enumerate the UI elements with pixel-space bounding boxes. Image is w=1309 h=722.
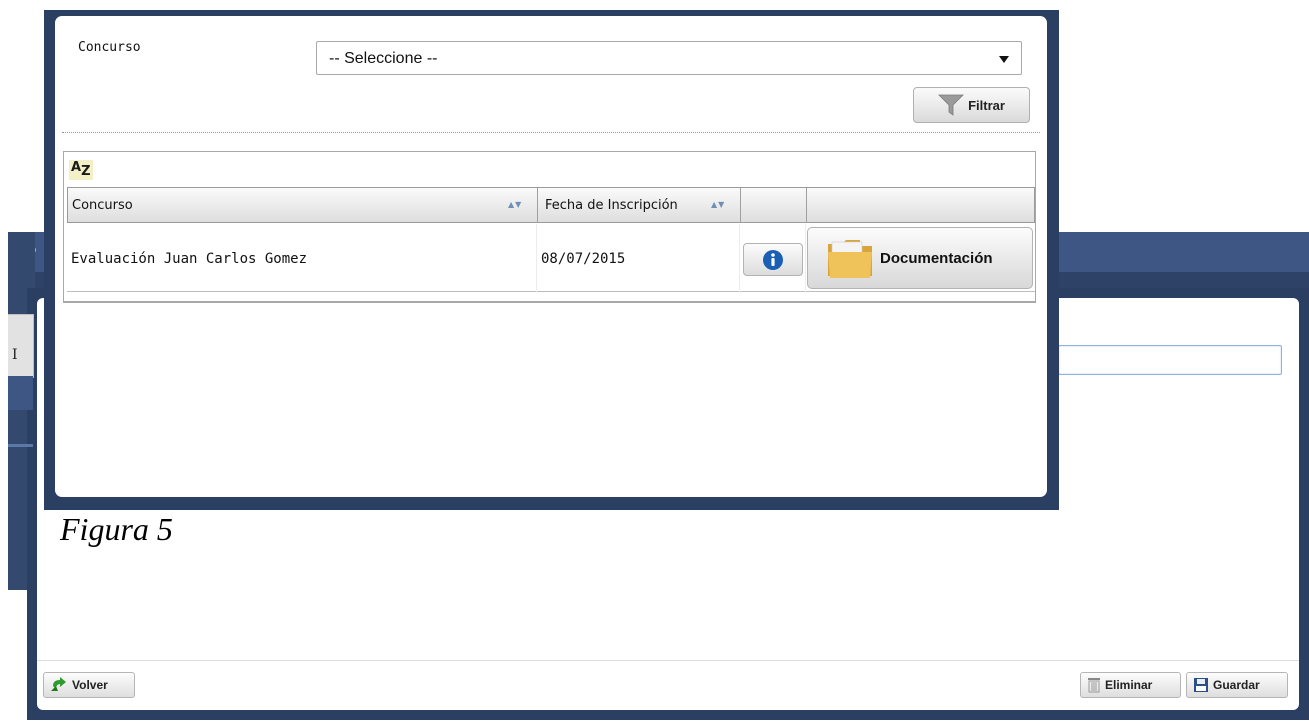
cell-separator xyxy=(739,224,740,292)
filter-button[interactable]: Filtrar xyxy=(913,87,1030,123)
column-header-info xyxy=(741,188,805,222)
save-button[interactable]: Guardar xyxy=(1186,672,1288,698)
trash-icon xyxy=(1088,678,1100,693)
folder-icon xyxy=(828,240,872,278)
concurso-select[interactable]: -- Seleccione -- xyxy=(316,41,1022,75)
filter-separator xyxy=(62,132,1040,133)
filter-icon xyxy=(938,94,965,116)
back-button-label: Volver xyxy=(72,678,108,692)
sort-arrows-icon[interactable]: ▲▼ xyxy=(508,200,522,209)
background-side-line xyxy=(8,444,33,447)
results-grid-bottom-border xyxy=(63,302,1036,303)
cell-concurso: Evaluación Juan Carlos Gomez xyxy=(71,251,308,267)
delete-button-label: Eliminar xyxy=(1105,678,1153,692)
info-icon xyxy=(763,249,783,270)
concurso-label: Concurso xyxy=(78,40,141,55)
footer-divider xyxy=(37,660,1299,661)
grid-header: Concurso ▲▼ Fecha de Inscripción ▲▼ xyxy=(67,187,1035,223)
cell-separator xyxy=(536,224,537,292)
concurso-select-value: -- Seleccione -- xyxy=(329,50,438,67)
column-header-fecha-label: Fecha de Inscripción xyxy=(545,197,678,213)
column-header-concurso-label: Concurso xyxy=(72,197,133,213)
save-icon xyxy=(1194,678,1208,692)
background-side-block xyxy=(8,376,33,410)
background-side-tab[interactable]: I xyxy=(8,314,34,378)
chevron-down-icon xyxy=(999,56,1009,63)
background-side-tab-label: I xyxy=(12,347,18,363)
figure-caption: Figura 5 xyxy=(60,511,179,548)
cell-fecha: 08/07/2015 xyxy=(541,251,626,267)
column-header-fecha[interactable]: Fecha de Inscripción xyxy=(545,188,735,222)
info-button[interactable] xyxy=(743,243,803,276)
back-arrow-icon xyxy=(51,677,66,691)
sort-arrows-icon[interactable]: ▲▼ xyxy=(711,200,725,209)
back-button[interactable]: Volver xyxy=(43,672,135,698)
column-separator xyxy=(537,188,538,222)
documentation-button[interactable]: Documentación xyxy=(807,227,1033,289)
sort-az-icon-z: Z xyxy=(81,164,91,179)
background-text-input[interactable] xyxy=(1058,345,1282,375)
documentation-button-label: Documentación xyxy=(880,249,993,267)
column-header-doc xyxy=(807,188,1035,222)
cell-separator xyxy=(805,224,806,292)
sort-az-icon-a: A xyxy=(71,160,82,175)
save-button-label: Guardar xyxy=(1213,678,1260,692)
sort-az-icon[interactable]: AZ xyxy=(69,160,93,180)
column-header-concurso[interactable]: Concurso xyxy=(72,188,532,222)
filter-button-label: Filtrar xyxy=(968,97,1005,113)
delete-button[interactable]: Eliminar xyxy=(1080,672,1181,698)
